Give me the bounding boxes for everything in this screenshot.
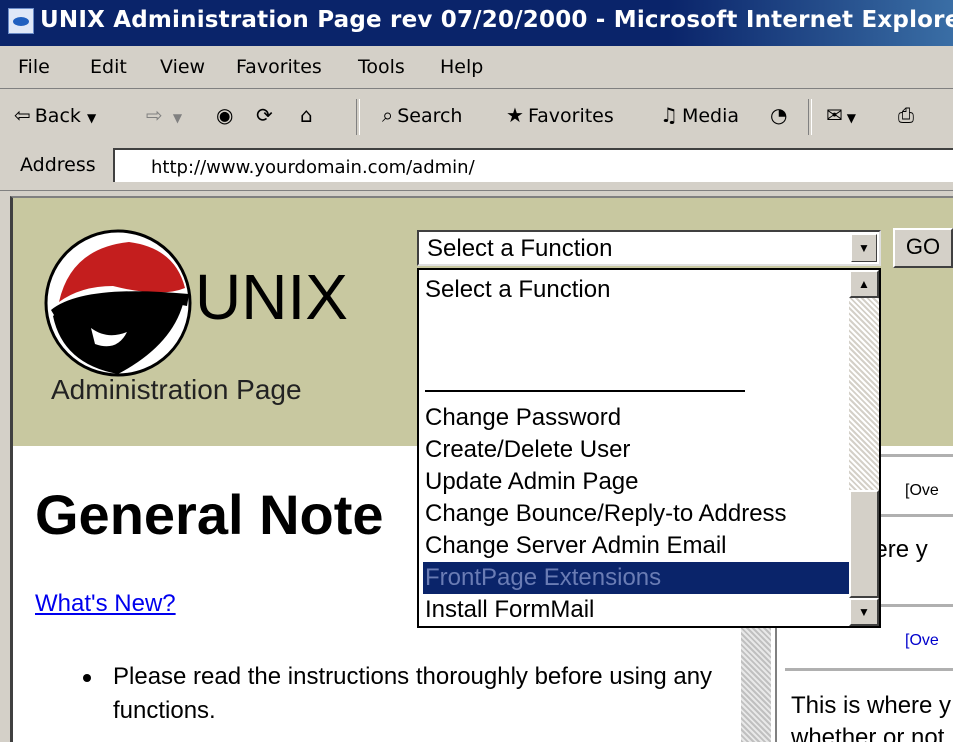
frame-scrollbar[interactable] [741, 620, 771, 742]
home-icon: ⌂ [300, 103, 313, 127]
menu-file[interactable]: File [18, 56, 50, 78]
option-frontpage-extensions[interactable]: FrontPage Extensions [423, 562, 853, 594]
toolbar-separator [808, 99, 812, 135]
ie-app-icon[interactable] [8, 8, 34, 34]
forward-button[interactable]: ⇨ ▼ [146, 103, 182, 127]
title-bar: UNIX Administration Page rev 07/20/2000 … [0, 0, 953, 46]
go-button[interactable]: GO [893, 228, 953, 268]
option-install-formmail[interactable]: Install FormMail [423, 594, 853, 624]
panel-text: This is where y [791, 692, 952, 719]
scroll-up-icon[interactable]: ▲ [849, 270, 879, 298]
list-item: Please read the instructions thoroughly … [83, 660, 743, 728]
whats-new-link[interactable]: What's New? [35, 590, 176, 618]
overview-link[interactable]: [Ove [905, 482, 939, 500]
address-bar: Address http://www.yourdomain.com/admin/ [0, 144, 953, 191]
media-button[interactable]: ♫ Media [660, 103, 739, 127]
panel-text: whether or not [791, 724, 945, 742]
history-button[interactable]: ◔ [770, 103, 791, 127]
favorites-button[interactable]: ★ Favorites [506, 103, 614, 127]
option-change-bounce-reply[interactable]: Change Bounce/Reply-to Address [423, 498, 853, 530]
toolbar-separator [356, 99, 360, 135]
window-title: UNIX Administration Page rev 07/20/2000 … [40, 7, 953, 33]
refresh-button[interactable]: ⟳ [256, 103, 277, 127]
menu-view[interactable]: View [160, 56, 205, 78]
refresh-icon: ⟳ [256, 103, 273, 127]
function-select[interactable]: Select a Function ▼ [417, 230, 881, 266]
mail-button[interactable]: ✉ ▼ [826, 103, 856, 127]
print-button[interactable]: ⎙ [898, 103, 918, 127]
home-button[interactable]: ⌂ [300, 103, 317, 127]
address-input[interactable]: http://www.yourdomain.com/admin/ [113, 148, 953, 182]
stop-button[interactable]: ◉ [216, 103, 237, 127]
option-update-admin-page[interactable]: Update Admin Page [423, 466, 853, 498]
banner-subtitle: Administration Page [51, 374, 302, 405]
media-icon: ♫ [660, 103, 678, 127]
menu-bar: File Edit View Favorites Tools Help [0, 46, 953, 89]
page-heading: General Note [35, 483, 384, 546]
function-select-value: Select a Function [427, 235, 613, 262]
page-viewport: UNIX Administration Page Select a Functi… [10, 196, 953, 742]
toolbar: ⇦ Back ▼ ⇨ ▼ ◉ ⟳ ⌂ ⌕ Search ★ Favorites ♫ Me… [0, 88, 953, 146]
option-separator [425, 390, 745, 392]
dropdown-scroll-thumb[interactable] [849, 490, 879, 598]
divider [785, 668, 953, 671]
notes-list: Please read the instructions thoroughly … [83, 660, 743, 728]
option-create-delete-user[interactable]: Create/Delete User [423, 434, 853, 466]
history-icon: ◔ [770, 103, 788, 127]
mail-icon: ✉ [826, 103, 843, 127]
search-button[interactable]: ⌕ Search [382, 103, 462, 127]
back-arrow-icon: ⇦ [14, 103, 31, 127]
option-change-password[interactable]: Change Password [423, 402, 853, 434]
address-label: Address [20, 154, 96, 176]
redhat-logo-icon [44, 229, 192, 377]
favorites-icon: ★ [506, 103, 524, 127]
logo-text: UNIX [195, 261, 348, 333]
dropdown-scrollbar[interactable]: ▲ ▼ [849, 270, 879, 626]
chevron-down-icon[interactable]: ▼ [851, 234, 877, 262]
menu-favorites[interactable]: Favorites [236, 56, 322, 78]
option-change-server-admin-email[interactable]: Change Server Admin Email [423, 530, 853, 562]
option-select-a-function[interactable]: Select a Function [423, 274, 853, 306]
search-icon: ⌕ [382, 103, 394, 127]
stop-icon: ◉ [216, 103, 234, 127]
overview-link[interactable]: [Ove [905, 632, 939, 650]
function-dropdown-list[interactable]: Select a Function Change Password Create… [417, 268, 881, 628]
scroll-down-icon[interactable]: ▼ [849, 598, 879, 626]
back-button[interactable]: ⇦ Back ▼ [14, 103, 96, 127]
menu-tools[interactable]: Tools [358, 56, 405, 78]
print-icon: ⎙ [898, 103, 914, 127]
menu-edit[interactable]: Edit [90, 56, 127, 78]
menu-help[interactable]: Help [440, 56, 483, 78]
forward-arrow-icon: ⇨ [146, 103, 163, 127]
